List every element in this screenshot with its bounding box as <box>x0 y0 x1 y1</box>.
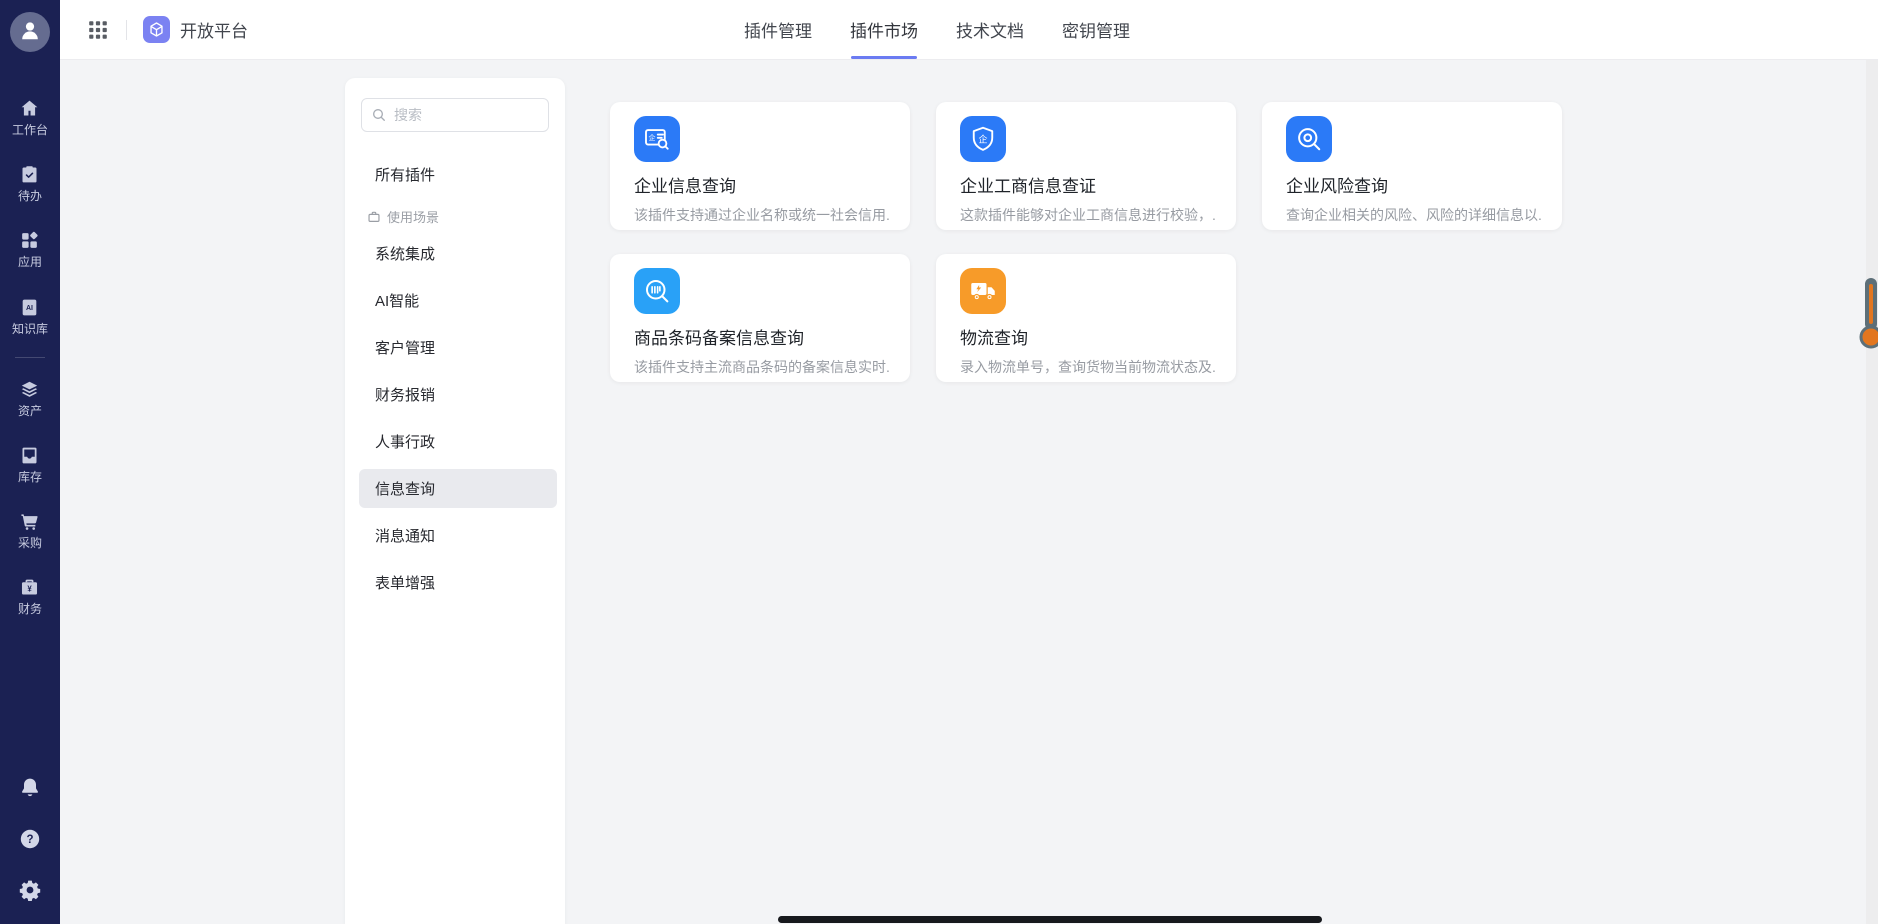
plugin-card[interactable]: 企企业工商信息查证这款插件能够对企业工商信息进行校验，... <box>936 102 1236 230</box>
rail-item-purchase[interactable]: 采购 <box>18 511 42 550</box>
svg-text:¥: ¥ <box>28 585 33 594</box>
scene-section-text: 使用场景 <box>387 207 439 226</box>
enterprise-info-icon: 企 <box>634 116 680 162</box>
rail-item-label: 待办 <box>18 190 42 203</box>
rail-nav: 工作台待办应用 AI 知识库资产库存采购 ¥ 财务 <box>0 98 60 617</box>
inventory-icon <box>19 445 40 466</box>
help-icon: ? <box>18 827 42 851</box>
enterprise-shield-icon: 企 <box>960 116 1006 162</box>
briefcase-icon <box>367 210 381 224</box>
knowledge-icon: AI <box>19 297 40 318</box>
svg-text:企: 企 <box>649 133 656 142</box>
category-form-enhance[interactable]: 表单增强 <box>359 563 557 602</box>
plugin-card[interactable]: 企业风险查询查询企业相关的风险、风险的详细信息以... <box>1262 102 1562 230</box>
vertical-scrollbar-track[interactable] <box>1866 60 1878 924</box>
rail-item-label: 财务 <box>18 603 42 616</box>
grid-icon <box>86 18 110 42</box>
rail-item-knowledge[interactable]: AI 知识库 <box>12 297 48 336</box>
help-button[interactable]: ? <box>18 827 42 851</box>
plugin-desc: 查询企业相关的风险、风险的详细信息以... <box>1286 205 1542 225</box>
thermometer-widget[interactable] <box>1856 276 1878 352</box>
plugin-title: 物流查询 <box>960 324 1216 349</box>
page-title: 开放平台 <box>180 17 248 42</box>
plugin-card[interactable]: 物流查询录入物流单号，查询货物当前物流状态及... <box>936 254 1236 382</box>
rail-bottom: ? <box>18 776 42 924</box>
tab-tech-docs[interactable]: 技术文档 <box>956 0 1024 59</box>
gear-icon <box>18 878 42 902</box>
category-customer[interactable]: 客户管理 <box>359 328 557 367</box>
plugin-desc: 该插件支持通过企业名称或统一社会信用... <box>634 205 890 225</box>
plugin-desc: 录入物流单号，查询货物当前物流状态及... <box>960 357 1216 377</box>
person-icon <box>17 17 43 48</box>
horizontal-scrollbar[interactable] <box>778 916 1322 923</box>
rail-item-apps[interactable]: 应用 <box>18 230 42 269</box>
rail-item-label: 应用 <box>18 256 42 269</box>
search-icon <box>371 107 387 123</box>
svg-text:企: 企 <box>978 134 987 145</box>
search-input[interactable] <box>361 98 549 132</box>
category-ai[interactable]: AI智能 <box>359 281 557 320</box>
app-rail: 工作台待办应用 AI 知识库资产库存采购 ¥ 财务 ? <box>0 0 60 924</box>
assets-icon <box>19 379 40 400</box>
category-hr-admin[interactable]: 人事行政 <box>359 422 557 461</box>
rail-item-assets[interactable]: 资产 <box>18 379 42 418</box>
apps-icon <box>19 230 40 251</box>
scene-section-label: 使用场景 <box>367 207 565 226</box>
top-tabs: 插件管理插件市场技术文档密钥管理 <box>744 0 1130 59</box>
topbar: 开放平台 插件管理插件市场技术文档密钥管理 <box>60 0 1878 60</box>
plugin-desc: 这款插件能够对企业工商信息进行校验，... <box>960 205 1216 225</box>
notifications-button[interactable] <box>18 776 42 800</box>
rail-item-workbench[interactable]: 工作台 <box>12 98 48 137</box>
rail-divider <box>15 357 45 358</box>
topbar-divider <box>126 20 127 40</box>
plugin-title: 企业风险查询 <box>1286 172 1542 197</box>
plugin-card-grid: 企企业信息查询该插件支持通过企业名称或统一社会信用...企企业工商信息查证这款插… <box>610 102 1562 382</box>
category-finance-expense[interactable]: 财务报销 <box>359 375 557 414</box>
cart-icon <box>19 511 40 532</box>
category-list: 系统集成 AI智能客户管理财务报销人事行政信息查询消息通知表单增强 <box>359 234 557 602</box>
rail-item-label: 资产 <box>18 405 42 418</box>
settings-button[interactable] <box>18 878 42 902</box>
rail-item-finance[interactable]: ¥ 财务 <box>18 577 42 616</box>
plugin-title: 企业工商信息查证 <box>960 172 1216 197</box>
platform-logo-icon <box>143 16 170 43</box>
plugin-desc: 该插件支持主流商品条码的备案信息实时... <box>634 357 890 377</box>
plugin-title: 企业信息查询 <box>634 172 890 197</box>
category-panel: 所有插件 使用场景 系统集成 AI智能客户管理财务报销人事行政信息查询消息通知表单… <box>345 78 565 924</box>
risk-search-icon <box>1286 116 1332 162</box>
tab-key-management[interactable]: 密钥管理 <box>1062 0 1130 59</box>
logistics-truck-icon <box>960 268 1006 314</box>
home-icon <box>19 98 40 119</box>
rail-item-label: 工作台 <box>12 124 48 137</box>
finance-icon: ¥ <box>19 577 40 598</box>
tab-plugin-market[interactable]: 插件市场 <box>850 0 918 59</box>
category-all-plugins[interactable]: 所有插件 <box>359 156 557 193</box>
svg-text:AI: AI <box>26 305 33 312</box>
plugin-card[interactable]: 企企业信息查询该插件支持通过企业名称或统一社会信用... <box>610 102 910 230</box>
todo-icon <box>19 164 40 185</box>
bell-icon <box>18 776 42 800</box>
app-launcher-button[interactable] <box>86 18 110 42</box>
plugin-title: 商品条码备案信息查询 <box>634 324 890 349</box>
avatar[interactable] <box>10 12 50 52</box>
barcode-search-icon <box>634 268 680 314</box>
rail-item-label: 知识库 <box>12 323 48 336</box>
rail-item-inventory[interactable]: 库存 <box>18 445 42 484</box>
svg-text:?: ? <box>26 834 33 846</box>
category-system-integration[interactable]: 系统集成 <box>359 234 557 273</box>
rail-item-label: 库存 <box>18 471 42 484</box>
rail-item-label: 采购 <box>18 537 42 550</box>
tab-plugin-management[interactable]: 插件管理 <box>744 0 812 59</box>
thermometer-icon <box>1856 276 1878 352</box>
category-message-notify[interactable]: 消息通知 <box>359 516 557 555</box>
plugin-card[interactable]: 商品条码备案信息查询该插件支持主流商品条码的备案信息实时... <box>610 254 910 382</box>
rail-item-todo[interactable]: 待办 <box>18 164 42 203</box>
category-info-query[interactable]: 信息查询 <box>359 469 557 508</box>
